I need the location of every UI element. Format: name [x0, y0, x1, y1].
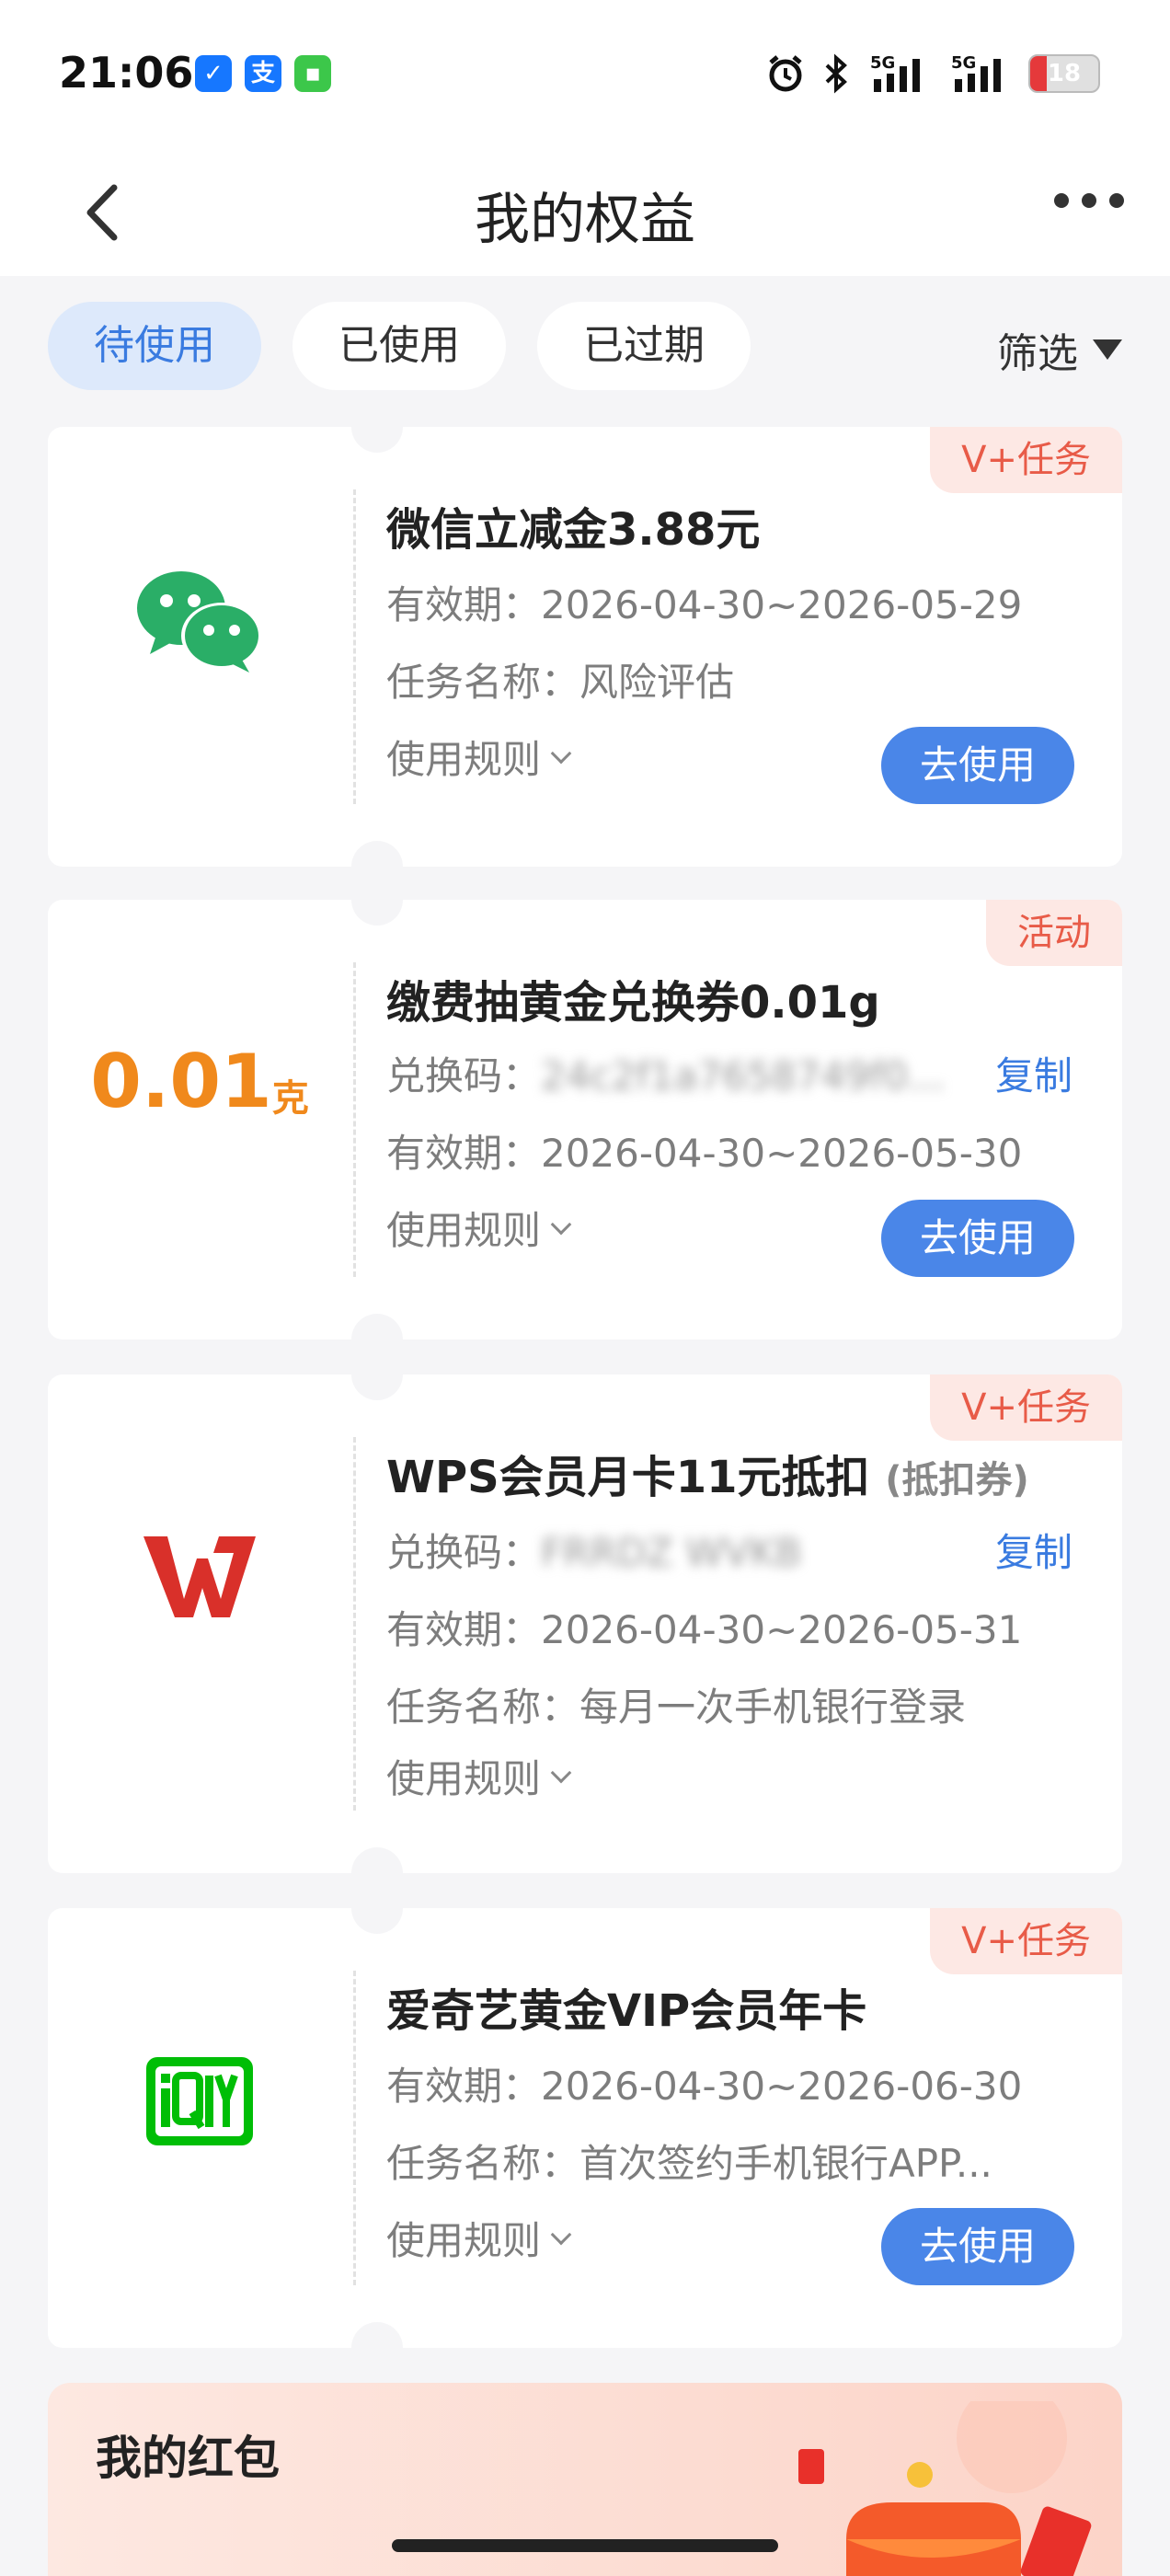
activity-tag: 活动	[986, 900, 1122, 966]
chevron-down-icon	[550, 742, 572, 764]
task-name-text: 任务名称：风险评估	[386, 660, 735, 705]
usage-rules-toggle[interactable]: 使用规则	[386, 1748, 572, 1804]
alipay-icon: 支	[245, 55, 281, 92]
task-tag: V+任务	[930, 427, 1122, 493]
benefit-card-wps: V+任务 WPS会员月卡11元抵扣 (抵扣券) 兑换码：FRRDZ WVKB 复…	[48, 1374, 1122, 1873]
usage-rules-label: 使用规则	[386, 1756, 542, 1801]
status-time: 21:06	[59, 48, 194, 98]
signal-icon-2: 5G	[951, 53, 1001, 92]
benefit-title: 爱奇艺黄金VIP会员年卡	[386, 1985, 867, 2037]
usage-rules-label: 使用规则	[386, 1208, 542, 1253]
red-packet-title: 我的红包	[96, 2432, 280, 2485]
task-tag: V+任务	[930, 1374, 1122, 1441]
task-name-text: 任务名称：每月一次手机银行登录	[386, 1685, 967, 1730]
tab-used[interactable]: 已使用	[292, 302, 506, 390]
chevron-down-icon	[550, 1213, 572, 1235]
gold-amount-unit: 克	[271, 1077, 309, 1120]
benefit-title-note: (抵扣券)	[885, 1459, 1029, 1501]
bluetooth-icon	[825, 53, 847, 94]
status-icons: 5G 5G 18	[765, 50, 1100, 98]
network-type-2: 5G	[951, 53, 976, 73]
alarm-icon	[769, 55, 802, 92]
redeem-code-value: FRRDZ WVKB	[541, 1530, 802, 1575]
validity-text: 有效期：2026-04-30~2026-05-31	[386, 1607, 1023, 1652]
wps-logo-icon	[48, 1503, 351, 1650]
validity-text: 有效期：2026-04-30~2026-05-30	[386, 1131, 1023, 1176]
copy-code-link[interactable]: 复制	[995, 1522, 1072, 1578]
usage-rules-toggle[interactable]: 使用规则	[386, 1200, 572, 1256]
benefit-title: 缴费抽黄金兑换券0.01g	[386, 977, 880, 1029]
benefit-card-wechat: V+任务 微信立减金3.88元 有效期：2026-04-30~2026-05-2…	[48, 427, 1122, 867]
usage-rules-toggle[interactable]: 使用规则	[386, 729, 572, 785]
chevron-down-icon	[550, 1762, 572, 1783]
page-title: 我的权益	[475, 188, 695, 252]
benefit-card-gold: 活动 0.01 克 缴费抽黄金兑换券0.01g 兑换码：24c2f1a765874…	[48, 900, 1122, 1340]
benefit-title: WPS会员月卡11元抵扣 (抵扣券)	[386, 1441, 1029, 1505]
usage-rules-label: 使用规则	[386, 2218, 542, 2263]
task-name-text: 任务名称：首次签约手机银行APP...	[386, 2141, 992, 2186]
redeem-code-label: 兑换码：	[386, 1530, 542, 1575]
benefit-title: 微信立减金3.88元	[386, 504, 761, 556]
more-options-icon[interactable]	[1054, 193, 1124, 208]
redeem-code-row: 兑换码：FRRDZ WVKB	[386, 1522, 802, 1578]
gold-amount-value: 0.01	[90, 1038, 272, 1124]
use-button[interactable]: 去使用	[881, 2208, 1074, 2285]
gold-amount-logo: 0.01 克	[48, 1021, 351, 1141]
chevron-down-icon	[550, 2224, 572, 2245]
tab-expired[interactable]: 已过期	[537, 302, 751, 390]
red-packet-illustration-icon	[798, 2401, 1092, 2576]
filter-label: 筛选	[997, 330, 1078, 377]
battery-icon: 18	[1028, 54, 1100, 93]
message-icon: ▪	[294, 55, 331, 92]
redeem-code-row: 兑换码：24c2f1a7658749f0...	[386, 1045, 945, 1101]
benefit-card-iqiyi: V+任务 爱奇艺黄金VIP会员年卡 有效期：2026-04-30~2026-06…	[48, 1908, 1122, 2348]
redeem-code-value: 24c2f1a7658749f0...	[541, 1053, 946, 1098]
signal-icon-1: 5G	[870, 53, 920, 92]
nav-bar: 我的权益	[0, 147, 1170, 276]
usage-rules-label: 使用规则	[386, 737, 542, 782]
filter-bar: 待使用 已使用 已过期 筛选	[0, 276, 1170, 414]
use-button[interactable]: 去使用	[881, 727, 1074, 804]
network-type-1: 5G	[870, 53, 895, 73]
use-button[interactable]: 去使用	[881, 1200, 1074, 1277]
usage-rules-toggle[interactable]: 使用规则	[386, 2210, 572, 2266]
redeem-code-label: 兑换码：	[386, 1053, 542, 1098]
dropdown-triangle-icon	[1093, 339, 1122, 360]
task-tag: V+任务	[930, 1908, 1122, 1974]
copy-code-link[interactable]: 复制	[995, 1045, 1072, 1101]
wechat-logo-icon	[48, 537, 351, 703]
tab-unused[interactable]: 待使用	[48, 302, 261, 390]
battery-level: 18	[1047, 60, 1082, 87]
notification-app-icon: ✓	[195, 55, 232, 92]
home-indicator[interactable]	[392, 2539, 778, 2552]
filter-button[interactable]: 筛选	[997, 320, 1122, 379]
benefit-title-text: WPS会员月卡11元抵扣	[386, 1452, 870, 1503]
iqiyi-logo-icon	[48, 2028, 351, 2175]
status-bar: 21:06 ✓ 支 ▪ 5G 5G 18	[0, 0, 1170, 147]
validity-text: 有效期：2026-04-30~2026-05-29	[386, 582, 1023, 627]
validity-text: 有效期：2026-04-30~2026-06-30	[386, 2064, 1023, 2109]
